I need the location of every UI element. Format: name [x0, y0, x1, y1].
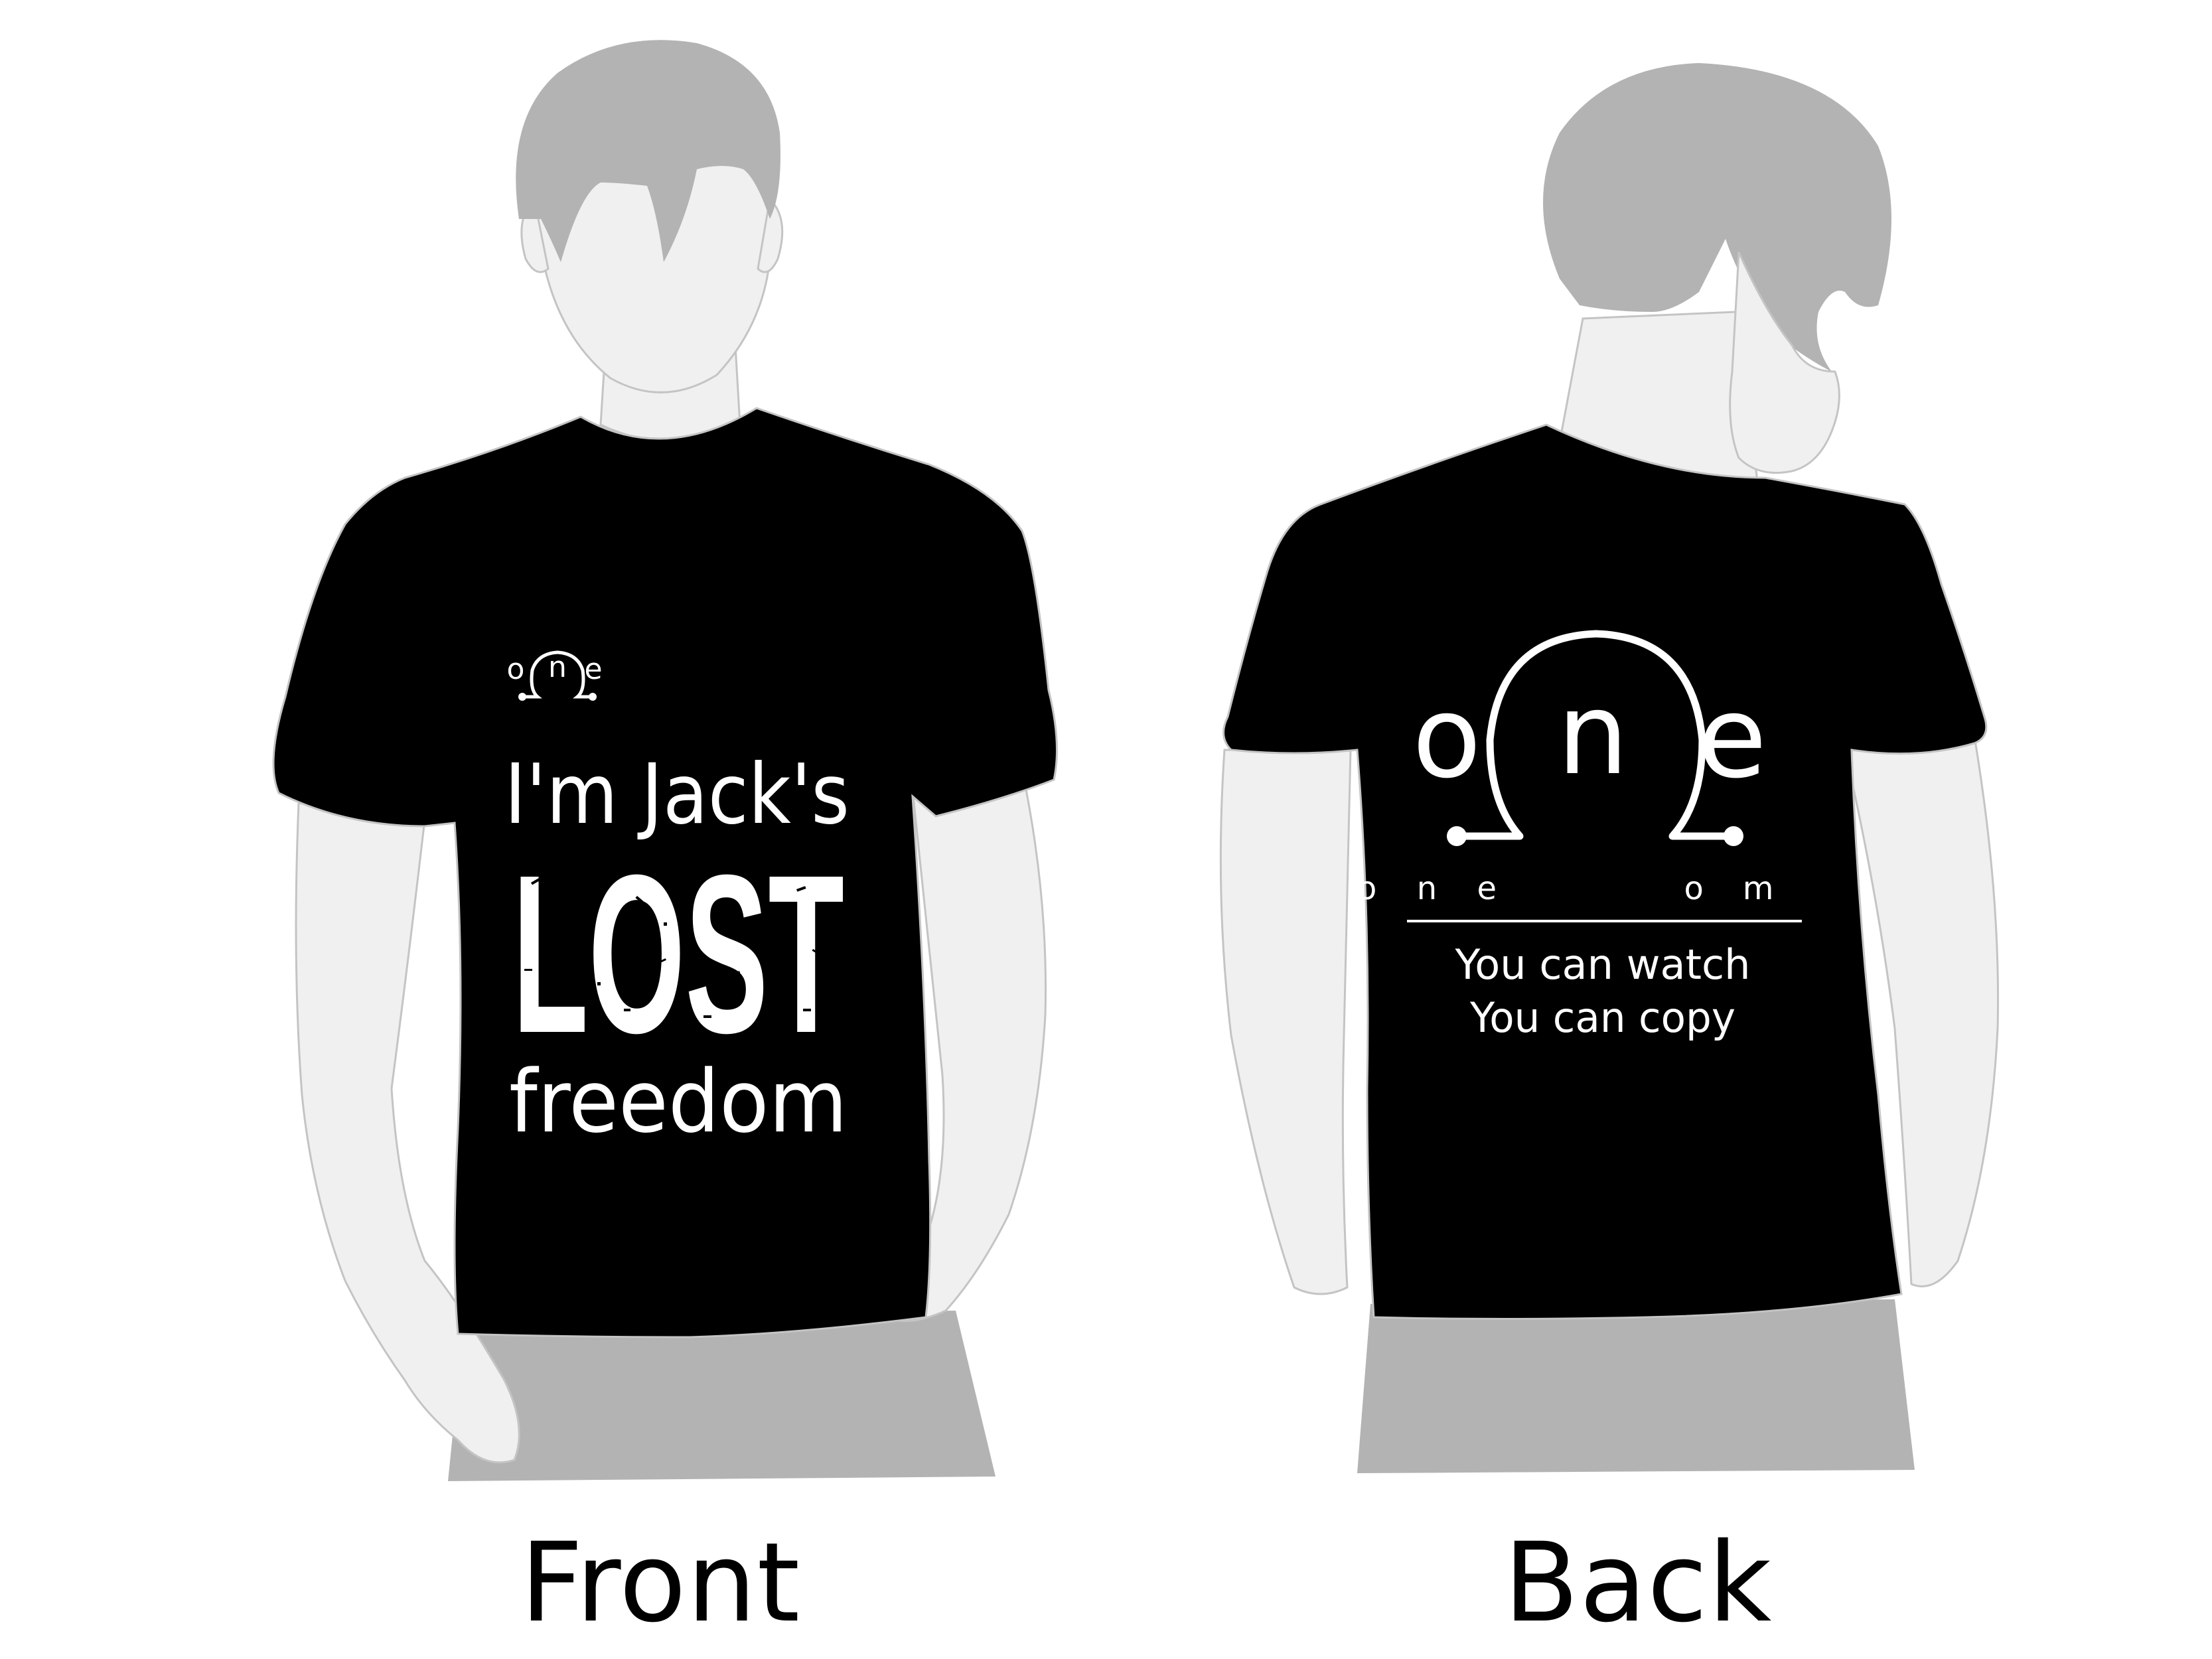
- front-figure: o n e I'm Jack's LOST freedom: [272, 40, 1058, 1481]
- back-text-line1: You can watch: [1454, 940, 1750, 989]
- front-caption: Front: [520, 1519, 801, 1646]
- front-text-line2: LOST: [512, 828, 844, 1080]
- back-logo-dot-left: [1447, 826, 1467, 846]
- tshirt-mockup-scene: o n e I'm Jack's LOST freedom o n e o n …: [272, 40, 2000, 1481]
- back-pants: [1357, 1299, 1915, 1473]
- back-caption: Back: [1503, 1519, 1773, 1646]
- front-small-logo-n: n: [548, 650, 567, 684]
- back-logo-o: o: [1412, 672, 1481, 804]
- back-logo-n: n: [1557, 669, 1629, 800]
- front-small-logo-dot-right: [589, 693, 597, 701]
- front-small-logo-o: o: [507, 652, 525, 686]
- front-small-logo-dot-left: [518, 693, 526, 701]
- back-logo-dot-right: [1724, 826, 1743, 846]
- back-logo-e: e: [1698, 672, 1767, 804]
- back-left-arm: [1219, 749, 1352, 1295]
- front-small-logo-e: e: [584, 652, 602, 686]
- back-figure: o n e o n e o m You can watch You can co…: [1219, 63, 2000, 1473]
- back-text-line2: You can copy: [1469, 993, 1735, 1042]
- front-text-line3: freedom: [509, 1051, 848, 1152]
